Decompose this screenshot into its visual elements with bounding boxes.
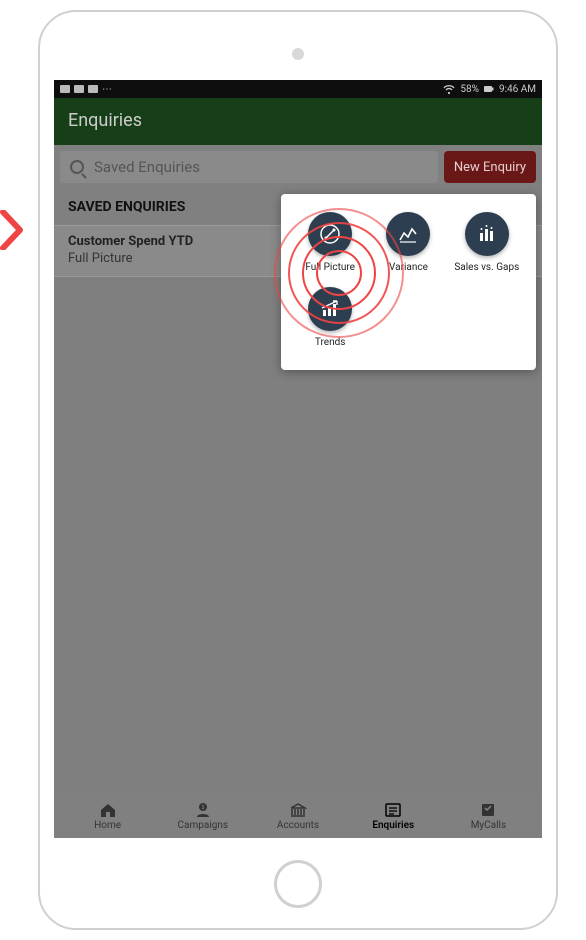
status-left: ⋯ <box>60 84 112 95</box>
battery-icon <box>484 84 494 94</box>
tablet-home-button <box>274 860 322 908</box>
sales-vs-gaps-icon <box>465 212 509 256</box>
variance-icon <box>386 212 430 256</box>
popup-item-sales-vs-gaps[interactable]: Sales vs. Gaps <box>448 208 526 283</box>
nav-enquiries[interactable]: Enquiries <box>346 802 441 831</box>
nav-label: Accounts <box>277 820 319 831</box>
nav-accounts[interactable]: Accounts <box>250 802 345 831</box>
bottom-nav: Home $ Campaigns Accounts Enquiries <box>54 792 542 838</box>
accounts-icon <box>289 802 307 818</box>
popup-item-full-picture[interactable]: Full Picture <box>291 208 369 283</box>
popup-item-trends[interactable]: Trends <box>291 283 369 358</box>
home-icon <box>99 802 117 818</box>
new-enquiry-button[interactable]: New Enquiry <box>444 151 536 183</box>
full-picture-icon <box>308 212 352 256</box>
nav-campaigns[interactable]: $ Campaigns <box>155 802 250 831</box>
enquiry-type-popup: Full Picture Variance Sales vs. Gaps Tre… <box>281 194 536 370</box>
wifi-icon <box>443 84 455 94</box>
nav-home[interactable]: Home <box>60 802 155 831</box>
search-icon <box>70 160 84 174</box>
app-screen: ⋯ 58% 9:46 AM Enquiries Saved Enquiries … <box>54 80 542 838</box>
popup-label: Full Picture <box>305 262 355 273</box>
search-input[interactable]: Saved Enquiries <box>60 151 438 183</box>
nav-label: Campaigns <box>178 820 229 831</box>
notification-icon <box>88 85 98 93</box>
page-title: Enquiries <box>68 110 142 131</box>
mycalls-icon <box>479 802 497 818</box>
search-row: Saved Enquiries New Enquiry <box>54 145 542 189</box>
tablet-camera <box>292 48 304 60</box>
popup-label: Variance <box>389 262 428 273</box>
popup-label: Sales vs. Gaps <box>454 262 519 273</box>
app-header: Enquiries <box>54 98 542 145</box>
battery-pct: 58% <box>460 84 479 95</box>
nav-mycalls[interactable]: MyCalls <box>441 802 536 831</box>
more-icon: ⋯ <box>102 84 112 95</box>
status-bar: ⋯ 58% 9:46 AM <box>54 80 542 98</box>
svg-text:$: $ <box>201 804 204 811</box>
status-right: 58% 9:46 AM <box>443 84 536 95</box>
enquiries-icon <box>384 802 402 818</box>
trends-icon <box>308 287 352 331</box>
popup-label: Trends <box>315 337 346 348</box>
clock-time: 9:46 AM <box>499 84 536 95</box>
search-placeholder: Saved Enquiries <box>94 158 200 176</box>
notification-icon <box>60 85 70 93</box>
nav-label: MyCalls <box>471 820 506 831</box>
popup-item-variance[interactable]: Variance <box>369 208 447 283</box>
tablet-frame: ⋯ 58% 9:46 AM Enquiries Saved Enquiries … <box>38 10 558 930</box>
nav-label: Enquiries <box>372 820 414 831</box>
campaigns-icon: $ <box>194 802 212 818</box>
notification-icon <box>74 85 84 93</box>
nav-label: Home <box>94 820 121 831</box>
chevron-right-icon <box>0 210 26 250</box>
